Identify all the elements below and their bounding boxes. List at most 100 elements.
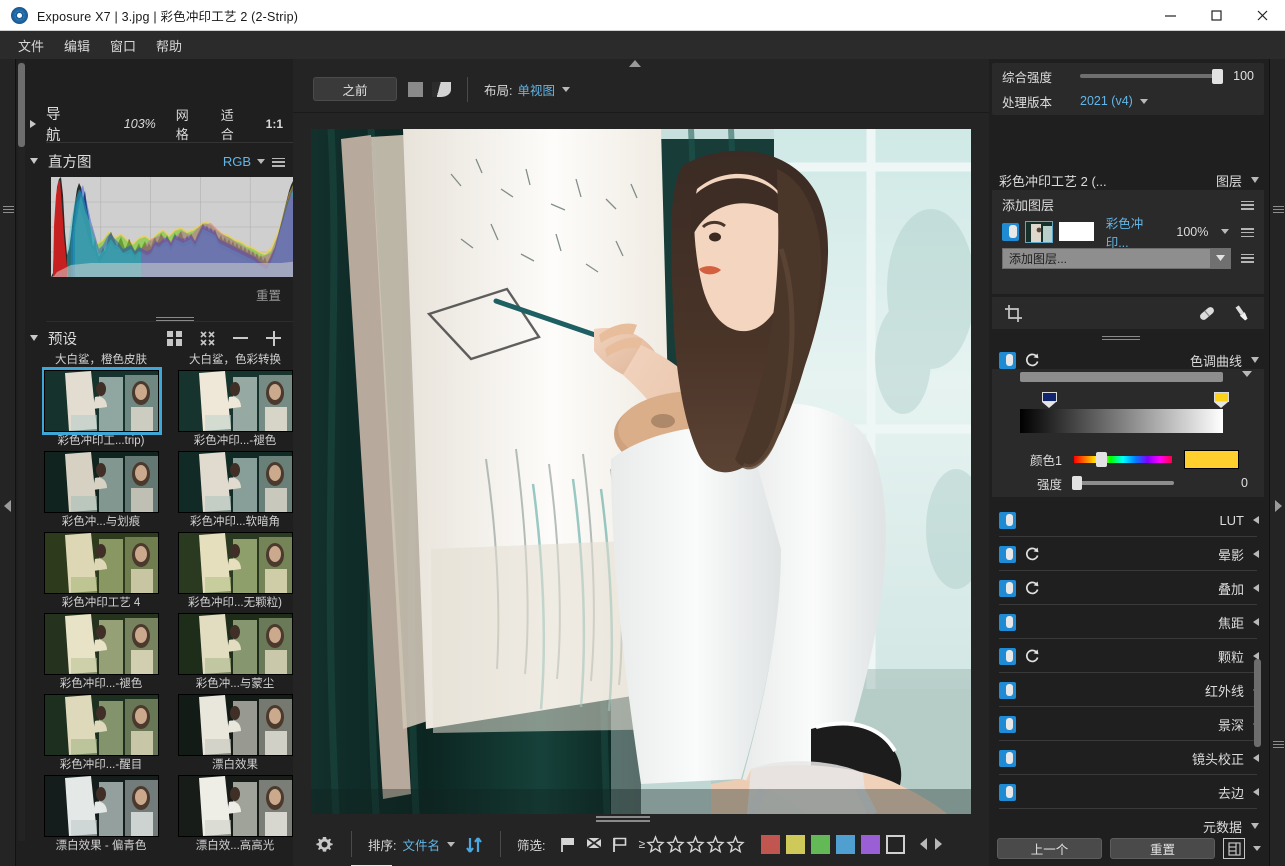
right-panel-scrollbar-thumb[interactable] — [1254, 659, 1261, 747]
preset-cell[interactable]: 漂白效果 - 偏青色 — [42, 775, 160, 856]
section-expand-icon[interactable] — [1253, 550, 1259, 558]
section-toggle[interactable] — [999, 783, 1016, 801]
right-rail-grip-icon-2[interactable] — [1273, 739, 1284, 751]
flag-reject-icon[interactable] — [585, 836, 603, 853]
preset-thumbnail[interactable] — [42, 367, 162, 435]
overall-strength-row[interactable]: 综合强度 100 — [992, 63, 1264, 89]
collapse-left-panel-icon[interactable] — [3, 499, 13, 513]
tone-curve-toggle[interactable] — [999, 351, 1016, 369]
preset-cell[interactable]: 彩色冲印工艺 4 — [42, 532, 160, 613]
layer-opacity[interactable]: 100% — [1176, 225, 1208, 239]
preset-cell[interactable]: 彩色冲印工...trip) — [42, 367, 162, 451]
section-toggle[interactable] — [999, 715, 1016, 733]
filmstrip-prev-icon[interactable] — [918, 837, 929, 851]
close-button[interactable] — [1239, 0, 1285, 31]
layer-menu-icon[interactable] — [1241, 226, 1254, 238]
overall-strength-knob[interactable] — [1211, 69, 1223, 84]
navigator-fit-option[interactable]: 适合 — [221, 105, 246, 143]
star-icon[interactable] — [686, 834, 705, 854]
presets-header[interactable]: 预设 — [16, 323, 293, 353]
image-resize-grip-icon[interactable] — [596, 814, 650, 822]
flag-unflagged-icon[interactable] — [611, 836, 629, 853]
histogram-menu-icon[interactable] — [272, 156, 285, 167]
color-label-swatch[interactable] — [886, 834, 906, 854]
previous-button[interactable]: 上一个 — [997, 838, 1102, 859]
histogram-collapse-icon[interactable] — [30, 158, 38, 164]
preset-cell[interactable]: 彩色冲...与划痕 — [42, 451, 160, 532]
menu-window[interactable]: 窗口 — [100, 32, 146, 59]
section-expand-icon[interactable] — [1253, 584, 1259, 592]
section-row-5[interactable]: 颗粒 — [989, 639, 1269, 673]
color-label-swatch[interactable] — [836, 834, 856, 854]
presets-add-icon[interactable] — [266, 330, 281, 346]
layer-row[interactable]: 彩色冲印... 100% — [992, 217, 1264, 250]
crop-tool-icon[interactable] — [1004, 304, 1023, 323]
layer-opacity-caret-icon[interactable] — [1221, 229, 1230, 234]
preset-thumbnail[interactable] — [43, 694, 159, 756]
left-rail-grip-icon[interactable] — [3, 204, 14, 216]
tone-curve-hue-slider[interactable] — [1074, 451, 1172, 467]
color-label-filter[interactable] — [761, 834, 906, 854]
reset-button[interactable]: 重置 — [1110, 838, 1215, 859]
section-expand-icon[interactable] — [1253, 618, 1259, 626]
color-label-swatch[interactable] — [861, 834, 881, 854]
preset-thumbnail[interactable] — [177, 532, 293, 594]
navigator-header[interactable]: 导航 103% 网格 适合 1:1 — [16, 107, 293, 144]
section-reset-icon[interactable] — [1024, 580, 1040, 596]
tone-curve-reset-icon[interactable] — [1024, 352, 1040, 368]
preset-cell[interactable]: 彩色冲印...无颗粒) — [176, 532, 294, 613]
right-rail[interactable] — [1269, 59, 1285, 866]
section-row-1[interactable]: LUT — [989, 503, 1269, 537]
left-panel-scrollbar-track[interactable] — [18, 61, 25, 841]
preset-cell[interactable]: 彩色冲印...-褪色 — [176, 370, 294, 451]
before-view-button[interactable]: 之前 — [313, 77, 397, 101]
strength-knob[interactable] — [1072, 476, 1082, 490]
section-row-3[interactable]: 叠加 — [989, 571, 1269, 605]
star-icon[interactable] — [646, 834, 665, 854]
preset-cell[interactable]: 彩色冲印...软暗角 — [176, 451, 294, 532]
flag-pick-icon[interactable] — [559, 836, 577, 853]
process-version-row[interactable]: 处理版本 2021 (v4) — [992, 89, 1264, 113]
section-row-7[interactable]: 景深 — [989, 707, 1269, 741]
preset-cell[interactable]: 彩色冲...与蒙尘 — [176, 613, 294, 694]
preset-thumbnail[interactable] — [177, 613, 293, 675]
section-toggle[interactable] — [999, 681, 1016, 699]
presets-collapse-all-icon[interactable] — [200, 330, 215, 346]
section-row-9[interactable]: 去边 — [989, 775, 1269, 809]
histogram-channel-caret-icon[interactable] — [257, 158, 265, 164]
preset-cell[interactable]: 漂白效...高高光 — [176, 775, 294, 856]
preset-cell[interactable]: 彩色冲印...-褪色 — [42, 613, 160, 694]
layout-value[interactable]: 单视图 — [517, 80, 555, 99]
view-mode-icon[interactable] — [1223, 838, 1245, 859]
preset-thumbnail[interactable] — [177, 451, 293, 513]
star-icon[interactable] — [706, 834, 725, 854]
histogram-reset-button[interactable]: 重置 — [256, 285, 281, 304]
image-viewer[interactable] — [311, 129, 971, 814]
preset-cell[interactable]: 漂白效果 — [176, 694, 294, 775]
menu-help[interactable]: 帮助 — [146, 32, 192, 59]
presets-collapse-icon[interactable] — [30, 335, 38, 341]
section-toggle[interactable] — [999, 613, 1016, 631]
view-mode-caret-icon[interactable] — [1253, 846, 1261, 851]
tone-curve-color-swatch[interactable] — [1184, 449, 1239, 469]
preset-thumbnail[interactable] — [43, 451, 159, 513]
curve-top-slider[interactable] — [1020, 372, 1223, 382]
add-layer-select-caret-icon[interactable] — [1210, 249, 1230, 268]
section-expand-icon[interactable] — [1253, 754, 1259, 762]
filmstrip-nav[interactable] — [918, 837, 944, 851]
collapse-right-panel-icon[interactable] — [1273, 499, 1283, 513]
layer-thumbnail[interactable] — [1025, 220, 1053, 243]
metadata-caret-icon[interactable] — [1251, 823, 1259, 829]
preset-thumbnail[interactable] — [43, 532, 159, 594]
tone-curve-right-marker[interactable] — [1214, 392, 1229, 408]
section-row-8[interactable]: 镜头校正 — [989, 741, 1269, 775]
menu-file[interactable]: 文件 — [8, 32, 54, 59]
process-version-caret-icon[interactable] — [1139, 98, 1148, 104]
histogram-header[interactable]: 直方图 RGB — [16, 147, 293, 175]
section-reset-icon[interactable] — [1024, 648, 1040, 664]
preset-thumbnail[interactable] — [177, 694, 293, 756]
preset-thumbnail[interactable] — [177, 775, 293, 837]
filmstrip-next-icon[interactable] — [933, 837, 944, 851]
right-panel-resize-grip-icon[interactable] — [1102, 334, 1140, 341]
color-label-swatch[interactable] — [786, 834, 806, 854]
